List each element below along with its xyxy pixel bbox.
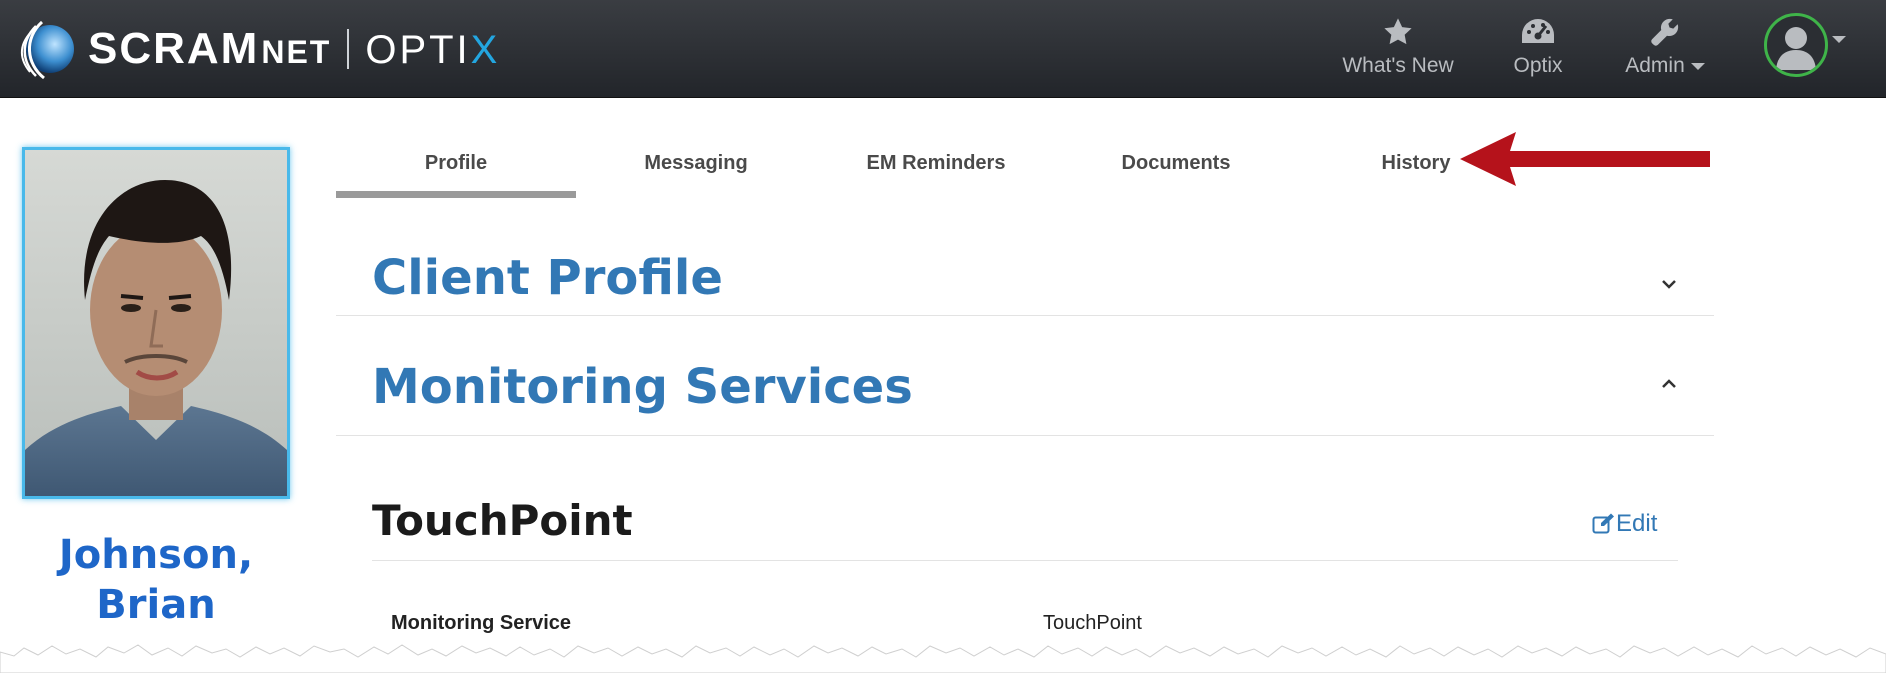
top-navigation-bar: SCRAM NET OPTIX What's New Optix Admin <box>0 0 1886 98</box>
tab-messaging[interactable]: Messaging <box>576 150 816 176</box>
nav-optix[interactable]: Optix <box>1498 14 1578 78</box>
edit-button[interactable]: Edit <box>1592 510 1657 538</box>
chevron-down-icon <box>1690 62 1705 70</box>
star-icon <box>1338 14 1458 50</box>
tab-em-reminders[interactable]: EM Reminders <box>816 150 1056 176</box>
logo-brand-suffix: NET <box>261 34 332 70</box>
scramnet-optix-logo[interactable]: SCRAM NET OPTIX <box>20 14 500 84</box>
callout-arrow-icon <box>1460 132 1710 186</box>
monitoring-service-label: Monitoring Service <box>391 612 572 634</box>
nav-admin-text: Admin <box>1625 54 1685 77</box>
nav-whats-new[interactable]: What's New <box>1338 14 1458 78</box>
dashboard-gauge-icon <box>1498 14 1578 50</box>
client-photo <box>22 147 290 499</box>
edit-label: Edit <box>1616 510 1658 537</box>
user-avatar-icon[interactable] <box>1764 13 1828 77</box>
chevron-down-icon[interactable] <box>1660 275 1678 293</box>
logo-brand: SCRAM <box>88 24 260 73</box>
tab-profile[interactable]: Profile <box>336 150 576 176</box>
nav-optix-label: Optix <box>1513 54 1563 77</box>
client-name: Johnson, Brian <box>22 530 290 630</box>
chevron-up-icon[interactable] <box>1660 375 1678 393</box>
client-portrait-image <box>25 150 287 496</box>
logo-product-text: OPTI <box>365 28 471 72</box>
logo-product: OPTIX <box>365 28 500 73</box>
client-profile-heading[interactable]: Client Profile <box>372 250 723 306</box>
user-menu-caret-icon[interactable] <box>1832 36 1846 43</box>
monitoring-services-heading[interactable]: Monitoring Services <box>372 359 913 415</box>
client-last-name: Johnson, <box>58 532 254 578</box>
logo-divider <box>347 29 350 69</box>
wrench-icon <box>1620 14 1710 50</box>
service-title: TouchPoint <box>372 496 633 545</box>
nav-admin-label: Admin <box>1620 54 1710 78</box>
active-tab-indicator <box>336 191 576 198</box>
edit-icon <box>1592 513 1614 534</box>
logo-text: SCRAM NET OPTIX <box>88 24 500 74</box>
logo-product-x: X <box>470 28 501 72</box>
client-first-name: Brian <box>96 582 216 628</box>
monitoring-service-value: TouchPoint <box>1043 612 1142 634</box>
tab-documents[interactable]: Documents <box>1056 150 1296 176</box>
nav-whats-new-label: What's New <box>1342 54 1454 77</box>
divider <box>336 315 1714 316</box>
divider <box>372 560 1678 561</box>
divider <box>336 435 1714 436</box>
torn-edge-decoration <box>0 644 1886 673</box>
nav-admin-dropdown[interactable]: Admin <box>1620 14 1710 78</box>
logo-swoosh-icon <box>20 20 74 80</box>
